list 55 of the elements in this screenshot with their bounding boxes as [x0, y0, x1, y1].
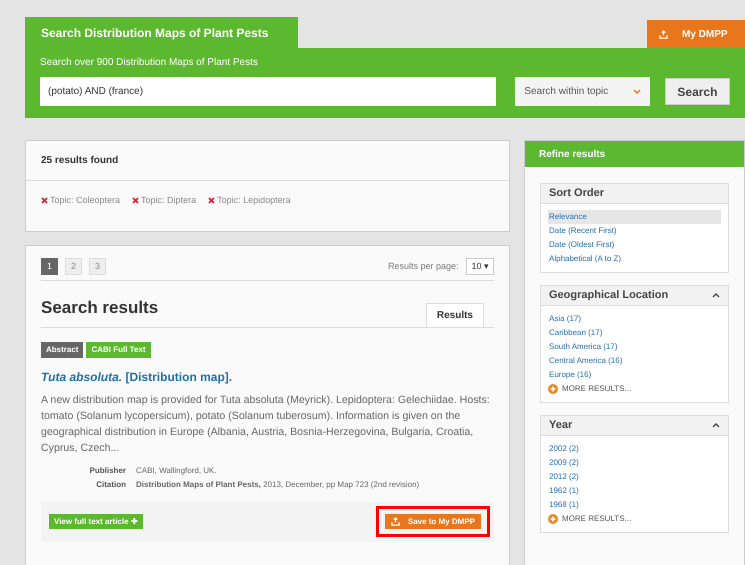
page-button[interactable]: 3	[89, 258, 106, 275]
filter-option[interactable]: 1968 (1)	[548, 498, 721, 512]
save-to-my-dmpp-button[interactable]: Save to My DMPP	[384, 514, 481, 529]
filter-tag[interactable]: Topic: Coleoptera	[41, 194, 120, 208]
meta-value: Distribution Maps of Plant Pests, 2013, December, pp Map 723 (2nd revision)	[136, 478, 420, 491]
filter-option[interactable]: 2012 (2)	[548, 470, 721, 484]
results-heading: Search results	[41, 297, 158, 319]
filter-option[interactable]: 1962 (1)	[548, 484, 721, 498]
filter-option[interactable]: Asia (17)	[548, 312, 721, 326]
filter-option[interactable]: Central America (16)	[548, 354, 721, 368]
filter-option[interactable]: Date (Recent First)	[548, 224, 721, 238]
filter-option[interactable]: South America (17)	[548, 340, 721, 354]
page-button[interactable]: 2	[65, 258, 82, 275]
page-button[interactable]: 1	[41, 258, 58, 275]
more-results-link[interactable]: MORE RESULTS...	[548, 382, 721, 396]
type-badge: Abstract	[41, 342, 84, 358]
chevron-up-icon[interactable]	[712, 293, 720, 298]
remove-icon	[132, 197, 140, 204]
search-field[interactable]: (potato) AND (france)	[40, 77, 496, 106]
filter-tag[interactable]: Topic: Lepidoptera	[208, 194, 291, 208]
results-tab[interactable]: Results	[426, 302, 484, 326]
upload-icon	[390, 517, 400, 526]
filter-tag[interactable]: Topic: Diptera	[132, 194, 196, 208]
filter-option[interactable]: Relevance	[548, 210, 721, 224]
per-page-label: Results per page:	[388, 260, 458, 273]
type-badge: CABI Full Text	[86, 342, 151, 358]
caret-down-icon	[632, 89, 641, 94]
filter-option[interactable]: Europe (16)	[548, 368, 721, 382]
topic-select[interactable]: Search within topic	[515, 77, 650, 106]
filter-option[interactable]: 2009 (2)	[548, 456, 721, 470]
remove-icon	[41, 197, 48, 204]
filter-option[interactable]: Alphabetical (A to Z)	[548, 252, 721, 266]
per-page-select[interactable]: 10 ▾	[466, 258, 494, 275]
chevron-up-icon[interactable]	[712, 423, 720, 428]
section-title: Sort Order	[549, 186, 604, 202]
result-abstract: A new distribution map is provided for Tuta absoluta (Meyrick). Lepidoptera: Gelechiidae. Hosts: tomato (Solanum lycopersicum), potato (Solanum tuberosum). Information is given on the geographical distribution in Europe (Albania, Austria, Bosnia-Herzegovina, Bulgaria, Croatia, Cyprus, Czech...	[41, 392, 491, 456]
meta-label: Citation	[95, 478, 126, 490]
meta-value: CABI, Wallingford, UK.	[136, 464, 218, 477]
plus-circle-icon	[548, 514, 558, 524]
result-title-link[interactable]: Tuta absoluta. [Distribution map].	[41, 368, 494, 386]
plus-circle-icon	[548, 384, 558, 394]
search-subtitle: Search over 900 Distribution Maps of Plant Pests	[40, 56, 259, 70]
section-title: Year	[549, 418, 572, 434]
filter-option[interactable]: Caribbean (17)	[548, 326, 721, 340]
refine-header: Refine results	[525, 141, 744, 167]
my-dmpp-button[interactable]: My DMPP	[647, 20, 745, 48]
section-title: Geographical Location	[549, 288, 668, 304]
upload-icon	[659, 30, 668, 38]
more-results-link[interactable]: MORE RESULTS...	[548, 512, 721, 526]
filter-option[interactable]: Date (Oldest First)	[548, 238, 721, 252]
results-count: 25 results found	[26, 141, 509, 181]
meta-label: Publisher	[88, 464, 126, 476]
remove-icon	[208, 197, 216, 204]
search-button[interactable]: Search	[664, 78, 730, 105]
filter-option[interactable]: 2002 (2)	[548, 442, 721, 456]
